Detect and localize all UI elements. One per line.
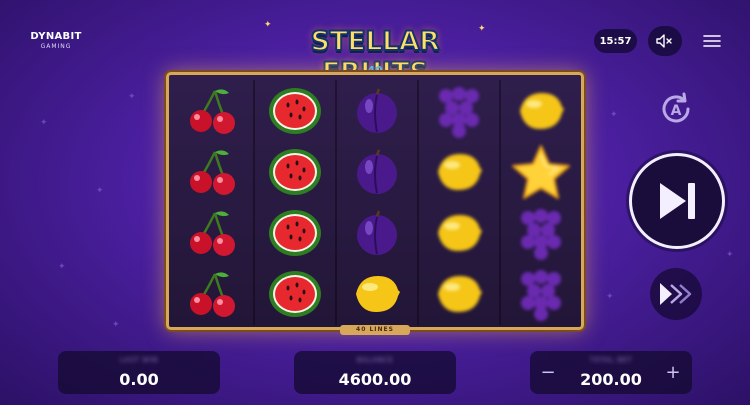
reel-2 <box>255 80 335 325</box>
lemon-symbol <box>419 263 499 324</box>
reel-4 <box>419 80 499 325</box>
reel-5 <box>501 80 581 325</box>
last-win-label: LAST WIN <box>119 356 158 364</box>
grapes-symbol <box>501 202 581 263</box>
background-star-icon: ✦ <box>610 110 618 120</box>
watermelon-symbol <box>255 263 335 324</box>
grapes-icon <box>439 86 479 138</box>
cherry-symbol <box>173 141 253 202</box>
last-win-panel: LAST WIN 0.00 <box>58 351 220 394</box>
background-star-icon: ✦ <box>112 320 120 330</box>
plum-icon <box>357 88 397 133</box>
watermelon-icon <box>269 148 321 195</box>
sound-toggle-button[interactable] <box>648 26 682 56</box>
watermelon-icon <box>269 87 321 134</box>
watermelon-symbol <box>255 80 335 141</box>
lemon-icon <box>356 275 400 312</box>
lemon-icon <box>520 92 564 129</box>
fast-forward-icon <box>660 283 692 305</box>
bet-decrease-button[interactable]: − <box>531 351 565 394</box>
plum-symbol <box>337 80 417 141</box>
grapes-symbol <box>419 80 499 141</box>
cherry-icon <box>190 88 235 134</box>
balance-panel: BALANCE 4600.00 <box>294 351 456 394</box>
spin-button[interactable] <box>629 153 725 249</box>
star-symbol <box>501 141 581 202</box>
grapes-icon <box>521 208 561 260</box>
grapes-symbol <box>501 263 581 324</box>
grapes-icon <box>521 269 561 321</box>
watermelon-symbol <box>255 141 335 202</box>
brand-name: DYNABIT <box>30 31 82 42</box>
plum-symbol <box>337 202 417 263</box>
background-star-icon: ✦ <box>726 250 734 260</box>
balance-value: 4600.00 <box>338 370 412 389</box>
background-star-icon: ✦ <box>40 118 48 128</box>
balance-label: BALANCE <box>356 356 394 364</box>
lemon-symbol <box>419 141 499 202</box>
brand-subname: GAMING <box>40 43 72 50</box>
watermelon-icon <box>269 209 321 256</box>
paylines-label: 40 LINES <box>340 325 410 335</box>
lemon-symbol <box>419 202 499 263</box>
lemon-symbol <box>501 80 581 141</box>
cherry-icon <box>190 149 235 195</box>
clock: 15:57 <box>594 29 637 53</box>
bet-increase-button[interactable]: + <box>656 351 690 394</box>
menu-button[interactable] <box>698 26 726 56</box>
star-icon <box>512 144 570 199</box>
reel-1 <box>173 80 253 325</box>
background-star-icon: ✦ <box>58 262 66 272</box>
play-skip-icon <box>660 183 695 219</box>
background-star-icon: ✦ <box>96 186 104 196</box>
cherry-symbol <box>173 263 253 324</box>
reels-frame <box>166 72 584 330</box>
background-star-icon: ✦ <box>606 292 614 302</box>
cherry-symbol <box>173 80 253 141</box>
watermelon-symbol <box>255 202 335 263</box>
lemon-symbol <box>337 263 417 324</box>
reel-3 <box>337 80 417 325</box>
background-star-icon: ✦ <box>128 92 136 102</box>
cherry-symbol <box>173 202 253 263</box>
autoplay-button[interactable]: A <box>652 88 700 130</box>
plum-icon <box>357 210 397 255</box>
lemon-icon <box>438 275 482 312</box>
hamburger-menu-icon <box>703 35 721 47</box>
lemon-icon <box>438 153 482 190</box>
sound-muted-icon <box>656 34 672 48</box>
cherry-icon <box>190 210 235 256</box>
brand-logo: DYNABIT GAMING <box>30 31 82 50</box>
watermelon-icon <box>269 270 321 317</box>
last-win-value: 0.00 <box>119 370 159 389</box>
lemon-icon <box>438 214 482 251</box>
svg-text:A: A <box>671 103 682 119</box>
plum-icon <box>357 149 397 194</box>
plum-symbol <box>337 141 417 202</box>
game-logo: ✦ ✦ STELLAR FRUITS 40 <box>256 18 494 89</box>
cherry-icon <box>190 271 235 317</box>
turbo-button[interactable] <box>650 268 702 320</box>
autoplay-icon: A <box>662 92 690 123</box>
